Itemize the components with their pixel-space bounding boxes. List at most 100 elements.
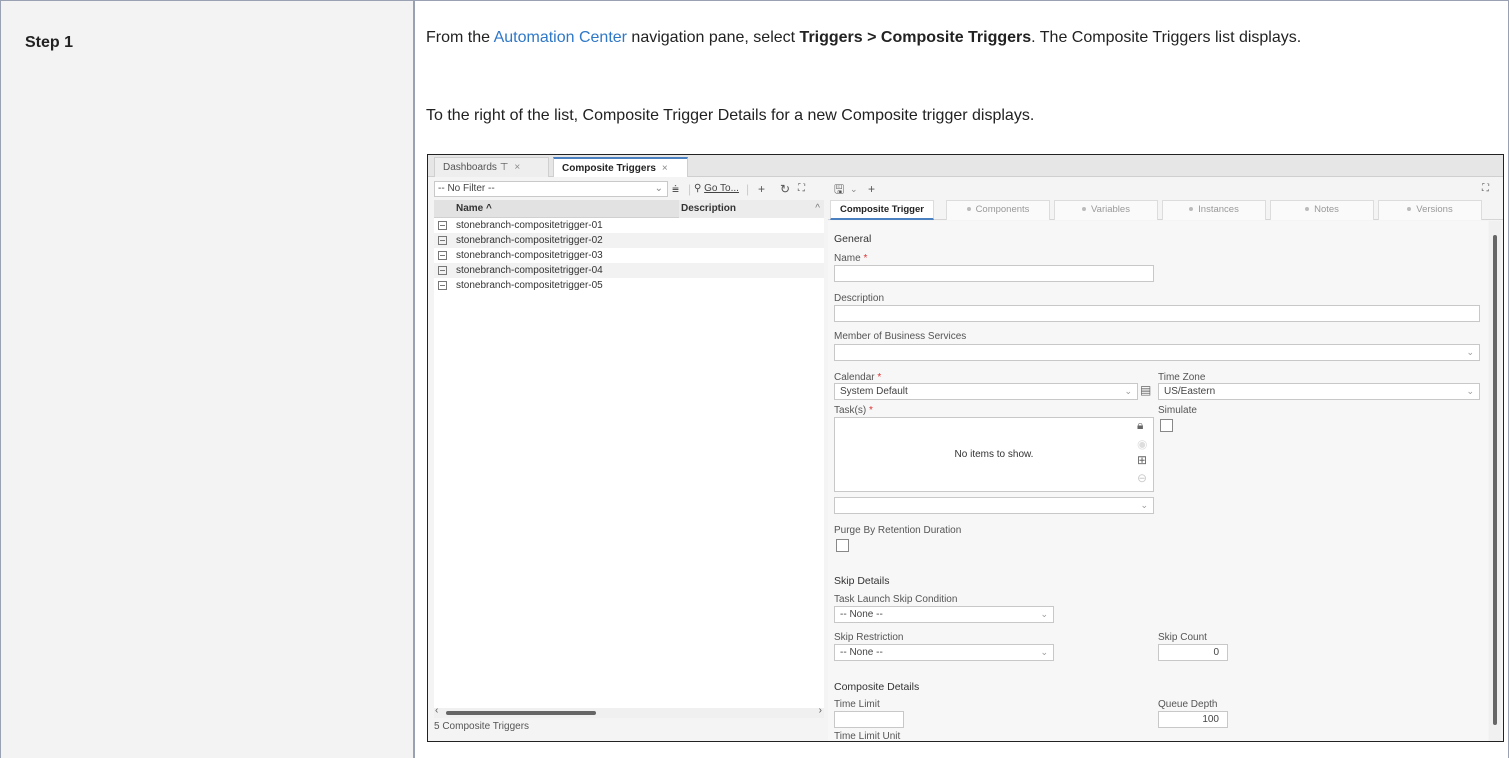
goto-label: Go To... — [704, 183, 739, 194]
close-icon[interactable]: × — [514, 162, 520, 173]
vertical-scrollbar[interactable] — [1489, 221, 1501, 741]
skip-count-input[interactable]: 0 — [1158, 644, 1228, 661]
list-item[interactable]: stonebranch-compositetrigger-03 — [434, 248, 824, 263]
column-description-header[interactable]: Description — [679, 200, 824, 218]
horizontal-scrollbar[interactable]: ‹ › — [434, 705, 824, 718]
para1-bold: Triggers > Composite Triggers — [799, 29, 1032, 46]
refresh-icon[interactable]: ↻ — [780, 181, 790, 197]
queue-depth-input[interactable]: 100 — [1158, 711, 1228, 728]
required-mark: * — [869, 405, 873, 416]
queue-depth-label: Queue Depth — [1158, 699, 1218, 710]
expand-icon[interactable]: ⛶ — [798, 181, 805, 197]
goto-button[interactable]: ⚲ Go To... — [694, 181, 739, 197]
timezone-select[interactable]: US/Eastern ⌄ — [1158, 383, 1480, 400]
close-icon[interactable]: × — [662, 163, 668, 174]
section-general: General — [834, 233, 872, 245]
expand-icon[interactable]: ⛶ — [1482, 181, 1489, 197]
time-limit-input[interactable] — [834, 711, 904, 728]
remove-task-icon: ⊖ — [1137, 471, 1148, 485]
status-dot-icon — [1082, 207, 1087, 212]
tab-versions[interactable]: Versions — [1378, 200, 1482, 220]
task-add-select[interactable]: ⌄ — [834, 497, 1154, 514]
calendar-details-icon[interactable]: ▤ — [1140, 383, 1151, 397]
list-toolbar: -- No Filter -- ⌄ ⩧ | ⚲ Go To... | + ↻ ⛶ — [428, 178, 824, 200]
skip-condition-value: -- None -- — [840, 609, 883, 620]
row-label: stonebranch-compositetrigger-01 — [456, 220, 603, 231]
tasks-label-text: Task(s) — [834, 405, 867, 416]
scroll-right-icon[interactable]: › — [819, 705, 822, 716]
description-input[interactable] — [834, 305, 1480, 322]
tasks-list: No items to show. — [834, 417, 1154, 492]
tab-label: Notes — [1314, 204, 1339, 215]
column-name-header[interactable]: Name ^ — [456, 200, 492, 218]
calendar-select[interactable]: System Default ⌄ — [834, 383, 1138, 400]
chevron-down-icon[interactable]: ⌄ — [850, 181, 858, 197]
toolbar-divider: | — [746, 182, 750, 196]
list-item[interactable]: stonebranch-compositetrigger-01 — [434, 218, 824, 233]
tasks-label: Task(s) * — [834, 405, 873, 416]
step-label: Step 1 — [25, 34, 74, 51]
column-name-label: Name — [456, 203, 484, 214]
name-label: Name * — [834, 253, 867, 264]
trigger-icon — [438, 281, 447, 290]
para1-mid: navigation pane, select — [626, 29, 800, 46]
tab-components[interactable]: Components — [946, 200, 1050, 220]
tab-instances[interactable]: Instances — [1162, 200, 1266, 220]
pin-icon[interactable]: ⊤ — [500, 162, 509, 173]
tab-composite-trigger[interactable]: Composite Trigger — [830, 200, 934, 220]
skip-condition-select[interactable]: -- None -- ⌄ — [834, 606, 1054, 623]
para1-prefix: From the — [426, 29, 494, 46]
save-icon[interactable]: 🖫 — [834, 181, 844, 197]
add-icon[interactable]: + — [868, 181, 875, 197]
automation-center-link[interactable]: Automation Center — [494, 29, 627, 46]
paragraph-2: To the right of the list, Composite Trig… — [426, 107, 1035, 124]
status-dot-icon — [1305, 207, 1310, 212]
status-dot-icon — [966, 207, 971, 212]
tab-dashboards[interactable]: Dashboards ⊤ × — [434, 157, 549, 177]
calendar-label: Calendar * — [834, 372, 881, 383]
scrollbar-thumb[interactable] — [446, 711, 596, 715]
chevron-down-icon: ⌄ — [1124, 386, 1132, 396]
add-icon[interactable]: + — [758, 181, 765, 197]
tab-variables[interactable]: Variables — [1054, 200, 1158, 220]
skip-restriction-value: -- None -- — [840, 647, 883, 658]
filter-select[interactable]: -- No Filter -- ⌄ — [434, 181, 668, 197]
status-dot-icon — [1189, 207, 1194, 212]
search-icon: ⚲ — [694, 183, 702, 194]
list-item[interactable]: stonebranch-compositetrigger-04 — [434, 263, 824, 278]
chevron-down-icon: ⌄ — [1140, 500, 1148, 510]
row-label: stonebranch-compositetrigger-05 — [456, 280, 603, 291]
list-item[interactable]: stonebranch-compositetrigger-05 — [434, 278, 824, 293]
chevron-down-icon: ⌄ — [1466, 386, 1474, 396]
collapse-icon[interactable]: ^ — [815, 200, 820, 218]
simulate-checkbox[interactable] — [1160, 419, 1173, 432]
timezone-value: US/Eastern — [1164, 386, 1216, 397]
required-mark: * — [877, 372, 882, 383]
tab-composite-triggers[interactable]: Composite Triggers × — [553, 157, 688, 177]
skip-count-label: Skip Count — [1158, 632, 1207, 643]
name-input[interactable] — [834, 265, 1154, 282]
skip-restriction-select[interactable]: -- None -- ⌄ — [834, 644, 1054, 661]
app-screenshot: Dashboards ⊤ × Composite Triggers × -- No … — [427, 154, 1504, 742]
time-limit-label: Time Limit — [834, 699, 880, 710]
trigger-icon — [438, 221, 447, 230]
scrollbar-thumb[interactable] — [1493, 235, 1497, 725]
purge-checkbox[interactable] — [836, 539, 849, 552]
chevron-down-icon: ⌄ — [1040, 647, 1048, 657]
section-composite-details: Composite Details — [834, 681, 920, 693]
sort-up-icon: ^ — [486, 203, 492, 214]
tab-label: Versions — [1416, 204, 1453, 215]
filter-icon[interactable]: ⩧ — [672, 181, 679, 197]
tab-notes[interactable]: Notes — [1270, 200, 1374, 220]
member-select[interactable]: ⌄ — [834, 344, 1480, 361]
list-item[interactable]: stonebranch-compositetrigger-02 — [434, 233, 824, 248]
add-task-icon[interactable]: ⊞ — [1137, 453, 1147, 467]
calendar-label-text: Calendar — [834, 372, 875, 383]
tab-label: Dashboards — [443, 162, 497, 173]
lock-icon[interactable]: 🔒︎ — [1137, 418, 1143, 433]
detail-tabs: Composite Trigger Components Variables I… — [828, 200, 1503, 220]
purge-label: Purge By Retention Duration — [834, 525, 962, 536]
member-label: Member of Business Services — [834, 331, 967, 342]
scroll-left-icon[interactable]: ‹ — [435, 705, 438, 716]
chevron-down-icon: ⌄ — [1466, 347, 1474, 357]
